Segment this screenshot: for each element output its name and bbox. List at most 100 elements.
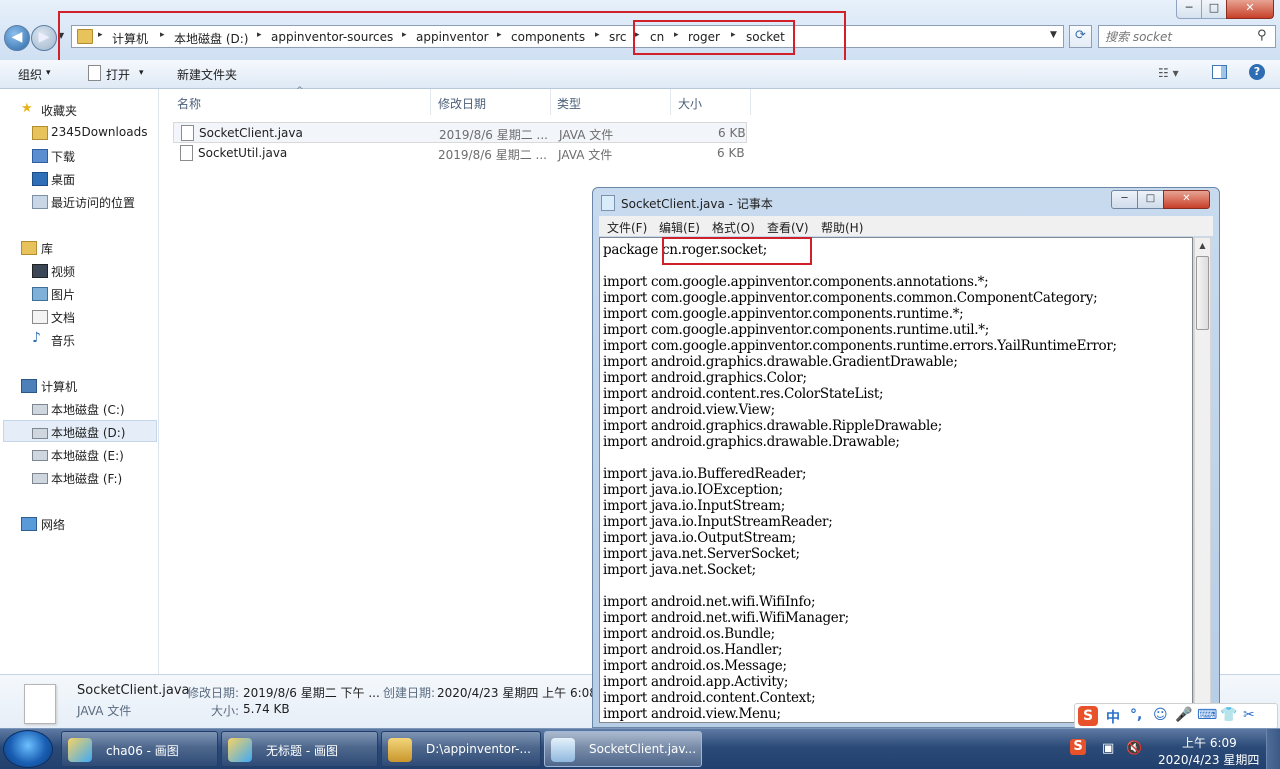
sogou-tray-icon[interactable]: S xyxy=(1070,739,1086,755)
volume-muted-icon[interactable]: 🔇 xyxy=(1126,741,1142,756)
chevron-down-icon[interactable]: ▾ xyxy=(139,68,144,78)
column-divider[interactable] xyxy=(430,89,431,115)
nav-item-drive-f[interactable]: 本地磁盘 (F:) xyxy=(0,466,158,488)
chevron-down-icon[interactable]: ▾ xyxy=(46,68,51,78)
task-paint-cha06[interactable]: cha06 - 画图 xyxy=(61,731,218,767)
scroll-up-arrow-icon[interactable]: ▲ xyxy=(1195,238,1210,254)
file-name: SocketClient.java xyxy=(199,126,303,140)
network-tray-icon[interactable]: ▣ xyxy=(1102,741,1114,756)
ime-toolbar[interactable]: S 中 °, ☺ 🎤 ⌨ 👕 ✂ xyxy=(1074,703,1278,729)
file-row[interactable]: SocketClient.java 2019/8/6 星期二 ... JAVA … xyxy=(173,122,747,143)
taskbar: cha06 - 画图 无标题 - 画图 D:\appinventor-... S… xyxy=(0,728,1280,769)
notepad-maximize-button[interactable]: □ xyxy=(1137,190,1164,209)
task-notepad[interactable]: SocketClient.jav... xyxy=(544,731,702,767)
nav-network-label: 网络 xyxy=(41,518,66,532)
nav-item-2345downloads[interactable]: 2345Downloads xyxy=(0,121,158,143)
show-desktop-button[interactable] xyxy=(1266,729,1280,769)
nav-item-drive-e[interactable]: 本地磁盘 (E:) xyxy=(0,443,158,465)
scroll-thumb[interactable] xyxy=(1196,256,1209,330)
menu-view[interactable]: 查看(V) xyxy=(767,219,809,236)
column-header-size[interactable]: 大小 xyxy=(678,95,702,112)
column-divider[interactable] xyxy=(550,89,551,115)
navigation-pane: ★ 收藏夹 2345Downloads 下载 桌面 最近访问的位置 库 视频 图… xyxy=(0,89,159,674)
task-explorer[interactable]: D:\appinventor-... xyxy=(381,731,541,767)
task-label: SocketClient.jav... xyxy=(589,742,697,756)
nav-item-label: 文档 xyxy=(51,311,76,325)
detail-size-value: 5.74 KB xyxy=(243,702,290,716)
nav-computer[interactable]: 计算机 xyxy=(0,374,158,396)
nav-item-drive-d[interactable]: 本地磁盘 (D:) xyxy=(3,420,157,442)
nav-favorites[interactable]: ★ 收藏夹 xyxy=(0,98,158,120)
paint-icon xyxy=(68,738,92,762)
notepad-text-area[interactable]: package cn.roger.socket; import com.googl… xyxy=(599,237,1193,723)
notepad-close-button[interactable]: ✕ xyxy=(1163,190,1210,209)
document-icon xyxy=(88,65,101,81)
column-header-date[interactable]: 修改日期 xyxy=(438,95,486,112)
ime-skin-icon[interactable]: 👕 xyxy=(1220,707,1237,723)
code-line: import android.os.Handler; xyxy=(603,642,783,658)
nav-item-videos[interactable]: 视频 xyxy=(0,259,158,281)
menu-format[interactable]: 格式(O) xyxy=(712,219,755,236)
search-input[interactable] xyxy=(1099,26,1255,47)
nav-item-desktop[interactable]: 桌面 xyxy=(0,167,158,189)
detail-created-value: 2020/4/23 星期四 上午 6:08 xyxy=(437,686,597,700)
organize-button[interactable]: 组织 xyxy=(18,66,42,83)
menu-edit[interactable]: 编辑(E) xyxy=(659,219,700,236)
menu-file[interactable]: 文件(F) xyxy=(607,219,647,236)
nav-computer-label: 计算机 xyxy=(41,380,78,394)
vertical-scrollbar[interactable]: ▲ xyxy=(1194,237,1211,723)
nav-item-label: 本地磁盘 (E:) xyxy=(51,449,124,463)
menu-help[interactable]: 帮助(H) xyxy=(821,219,863,236)
help-icon[interactable]: ? xyxy=(1249,64,1265,80)
detail-modified-label: 修改日期: xyxy=(187,686,240,700)
start-button[interactable] xyxy=(3,730,53,768)
nav-item-drive-c[interactable]: 本地磁盘 (C:) xyxy=(0,397,158,419)
nav-libraries[interactable]: 库 xyxy=(0,236,158,258)
search-box[interactable]: ⚲ xyxy=(1098,25,1276,48)
task-paint-untitled[interactable]: 无标题 - 画图 xyxy=(221,731,378,767)
column-divider[interactable] xyxy=(750,89,751,115)
nav-item-label: 本地磁盘 (D:) xyxy=(51,426,126,440)
ime-punctuation-mode[interactable]: °, xyxy=(1130,707,1142,723)
refresh-button[interactable]: ⟳ xyxy=(1069,25,1092,48)
clock-date[interactable]: 2020/4/23 星期四 xyxy=(1158,751,1259,768)
search-icon[interactable]: ⚲ xyxy=(1257,28,1267,43)
maximize-button[interactable]: □ xyxy=(1201,0,1227,19)
ime-chinese-mode[interactable]: 中 xyxy=(1106,707,1120,727)
open-button[interactable]: 打开 xyxy=(106,66,130,83)
column-header-name[interactable]: 名称 xyxy=(177,95,201,112)
ime-emoji-icon[interactable]: ☺ xyxy=(1153,707,1168,723)
ime-tools-icon[interactable]: ✂ xyxy=(1243,707,1255,723)
nav-item-music[interactable]: ♪ 音乐 xyxy=(0,328,158,350)
sogou-logo-icon[interactable]: S xyxy=(1078,706,1098,726)
paint-icon xyxy=(228,738,252,762)
preview-pane-icon[interactable] xyxy=(1212,65,1227,79)
minimize-button[interactable]: ─ xyxy=(1176,0,1202,19)
ime-keyboard-icon[interactable]: ⌨ xyxy=(1197,707,1217,723)
file-row[interactable]: SocketUtil.java 2019/8/6 星期二 ... JAVA 文件… xyxy=(173,143,747,164)
back-button[interactable]: ◀ xyxy=(4,25,30,51)
ime-microphone-icon[interactable]: 🎤 xyxy=(1175,707,1192,723)
address-history-dropdown-icon[interactable]: ▼ xyxy=(1050,30,1057,40)
notepad-minimize-button[interactable]: ─ xyxy=(1111,190,1138,209)
view-options-icon[interactable]: ☷ ▾ xyxy=(1158,66,1179,80)
nav-item-documents[interactable]: 文档 xyxy=(0,305,158,327)
notepad-window[interactable]: SocketClient.java - 记事本 ─ □ ✕ 文件(F) 编辑(E… xyxy=(592,187,1220,728)
computer-icon xyxy=(21,379,37,393)
close-button[interactable]: ✕ xyxy=(1226,0,1274,19)
column-divider[interactable] xyxy=(670,89,671,115)
column-header-type[interactable]: 类型 xyxy=(557,95,581,112)
task-label: cha06 - 画图 xyxy=(106,744,179,758)
code-line: import android.graphics.drawable.Drawabl… xyxy=(603,434,900,450)
detail-size-label: 大小: xyxy=(211,704,240,718)
nav-item-recent-places[interactable]: 最近访问的位置 xyxy=(0,190,158,212)
new-folder-button[interactable]: 新建文件夹 xyxy=(177,66,237,83)
forward-button[interactable]: ▶ xyxy=(31,25,57,51)
clock-time[interactable]: 上午 6:09 xyxy=(1182,734,1237,751)
nav-item-pictures[interactable]: 图片 xyxy=(0,282,158,304)
code-line: import com.google.appinventor.components… xyxy=(603,306,964,322)
code-line: import android.os.Message; xyxy=(603,658,787,674)
nav-network[interactable]: 网络 xyxy=(0,512,158,534)
nav-item-downloads[interactable]: 下载 xyxy=(0,144,158,166)
notepad-icon xyxy=(551,738,575,762)
